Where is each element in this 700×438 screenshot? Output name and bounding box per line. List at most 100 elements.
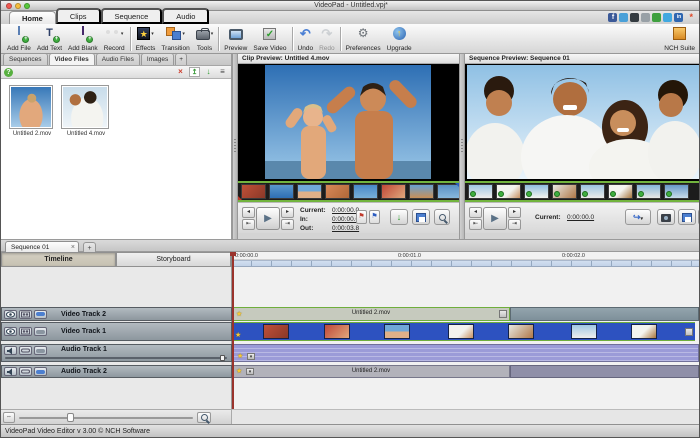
link-icon[interactable] (19, 346, 32, 355)
bin-tab-images[interactable]: Images (141, 53, 174, 65)
minimize-window-button[interactable] (15, 3, 21, 9)
bin-tab-audio-files[interactable]: Audio Files (96, 53, 140, 65)
fade-icon[interactable]: ▾ (246, 368, 254, 375)
visibility-eye-icon[interactable] (4, 327, 17, 336)
close-window-button[interactable] (6, 3, 12, 9)
add-text-button[interactable]: T+ Add Text (34, 25, 65, 52)
time-ruler[interactable]: 0:00:00.0 0:00:01.0 0:00:02.0 (232, 252, 700, 260)
linkedin-icon[interactable]: in (674, 13, 683, 22)
effects-button[interactable]: ★▾ Effects (133, 25, 159, 52)
sequence-video-viewport[interactable] (465, 64, 700, 181)
timeline-clip-extension[interactable] (510, 307, 699, 321)
clip-zoom-button[interactable] (434, 209, 450, 225)
clip-filmstrip[interactable] (238, 181, 459, 202)
tab-audio[interactable]: Audio (162, 8, 209, 24)
scrub-strip[interactable] (232, 260, 700, 267)
help-icon[interactable]: ? (4, 68, 13, 77)
lane-icon[interactable] (34, 346, 47, 355)
clip-video-viewport[interactable] (238, 64, 459, 181)
video-share-icon[interactable] (663, 13, 672, 22)
fx-star-icon[interactable]: ★ (237, 353, 243, 360)
timeline-clip-extension[interactable] (510, 365, 699, 378)
track-header-audio-1[interactable]: Audio Track 1 (1, 344, 232, 362)
fx-star-icon[interactable]: ★ (236, 311, 242, 318)
prev-frame-button[interactable]: ◂ (469, 207, 482, 218)
current-value[interactable]: 0:00:00.0 (567, 214, 594, 221)
upgrade-button[interactable]: ↑ Upgrade (384, 25, 415, 52)
list-view-button[interactable]: ≡ (217, 67, 228, 77)
media-item[interactable]: Untitled 2.mov (9, 85, 55, 137)
youtube-icon[interactable] (630, 13, 639, 22)
clip-end-handle[interactable] (685, 328, 693, 336)
tab-clips[interactable]: Clips (56, 8, 101, 24)
bin-tab-sequences[interactable]: Sequences (3, 53, 48, 65)
bin-add-tab[interactable]: + (175, 53, 187, 65)
save-frame-button[interactable] (678, 209, 696, 225)
add-file-button[interactable]: + Add File (4, 25, 34, 52)
preview-button[interactable]: Preview (221, 25, 250, 52)
out-value[interactable]: 0:00:03.8 (332, 225, 359, 232)
fx-star-icon[interactable]: ★ (235, 332, 241, 339)
zoom-window-button[interactable] (24, 3, 30, 9)
pan-button[interactable]: ⇔ (3, 412, 15, 423)
tools-button[interactable]: ▾ Tools (193, 25, 217, 52)
place-down-button[interactable]: ↓ (203, 67, 214, 77)
export-sequence-button[interactable]: ↪▾ (625, 209, 651, 225)
place-on-sequence-button[interactable]: ↓ (390, 209, 408, 225)
tab-sequence[interactable]: Sequence (101, 8, 163, 24)
nch-mark-icon[interactable]: * (689, 13, 693, 22)
timeline-clip-audio-2[interactable]: ★ ▾ Untitled 2.mov (232, 365, 510, 378)
play-button[interactable]: ▶ (256, 207, 280, 230)
view-tab-timeline[interactable]: Timeline (1, 252, 116, 267)
sequence-filmstrip[interactable] (465, 181, 700, 202)
media-item[interactable]: Untitled 4.mov (61, 85, 111, 137)
set-out-point-button[interactable]: ⚑ (369, 210, 380, 224)
preferences-button[interactable]: ⚙ Preferences (343, 25, 384, 52)
android-icon[interactable] (652, 13, 661, 22)
lane-icon[interactable] (34, 310, 47, 319)
facebook-icon[interactable]: f (608, 13, 617, 22)
timeline-clip-audio-1[interactable]: ★ ▾ (232, 344, 699, 362)
go-start-button[interactable]: ⇤ (469, 219, 482, 230)
lane-icon[interactable] (34, 367, 47, 376)
speaker-icon[interactable] (4, 367, 17, 376)
add-blank-button[interactable]: + Add Blank (65, 25, 101, 52)
redo-button[interactable]: ↷ Redo (316, 25, 338, 52)
timeline-clip-video-2[interactable]: ★ Untitled 2.mov (232, 307, 510, 321)
next-frame-button[interactable]: ▸ (281, 207, 294, 218)
undo-button[interactable]: ↶ Undo (295, 25, 317, 52)
fade-icon[interactable]: ▾ (247, 353, 255, 360)
go-end-button[interactable]: ⇥ (508, 219, 521, 230)
delete-media-button[interactable]: × (175, 67, 186, 77)
go-end-button[interactable]: ⇥ (281, 219, 294, 230)
playhead[interactable] (232, 252, 234, 409)
play-button[interactable]: ▶ (483, 207, 507, 230)
search-share-icon[interactable] (619, 13, 628, 22)
clip-end-handle[interactable] (499, 310, 507, 318)
bin-tab-video-files[interactable]: Video Files (49, 53, 95, 65)
tab-home[interactable]: Home (9, 11, 56, 24)
nch-suite-button[interactable]: NCH Suite (661, 25, 698, 52)
track-header-video-1[interactable]: Video Track 1 (1, 322, 232, 341)
timeline-clip-video-1[interactable]: ★ (232, 322, 695, 341)
lane-icon[interactable] (34, 327, 47, 336)
camera-track-icon[interactable] (19, 327, 32, 336)
zoom-slider-track[interactable] (19, 417, 193, 419)
fx-star-icon[interactable]: ★ (236, 368, 242, 375)
link-icon[interactable] (19, 367, 32, 376)
snapshot-button[interactable] (657, 209, 675, 225)
email-icon[interactable] (641, 13, 650, 22)
export-media-button[interactable]: ↥ (189, 67, 200, 77)
zoom-slider-handle[interactable] (67, 413, 74, 422)
volume-slider[interactable] (5, 355, 227, 361)
save-video-button[interactable]: ✓ Save Video (250, 25, 289, 52)
track-header-video-2[interactable]: Video Track 2 (1, 307, 232, 321)
view-tab-storyboard[interactable]: Storyboard (116, 252, 231, 267)
camera-track-icon[interactable] (19, 310, 32, 319)
timeline-zoom-button[interactable] (197, 412, 211, 423)
prev-frame-button[interactable]: ◂ (242, 207, 255, 218)
volume-knob[interactable] (220, 355, 225, 361)
next-frame-button[interactable]: ▸ (508, 207, 521, 218)
go-start-button[interactable]: ⇤ (242, 219, 255, 230)
visibility-eye-icon[interactable] (4, 310, 17, 319)
